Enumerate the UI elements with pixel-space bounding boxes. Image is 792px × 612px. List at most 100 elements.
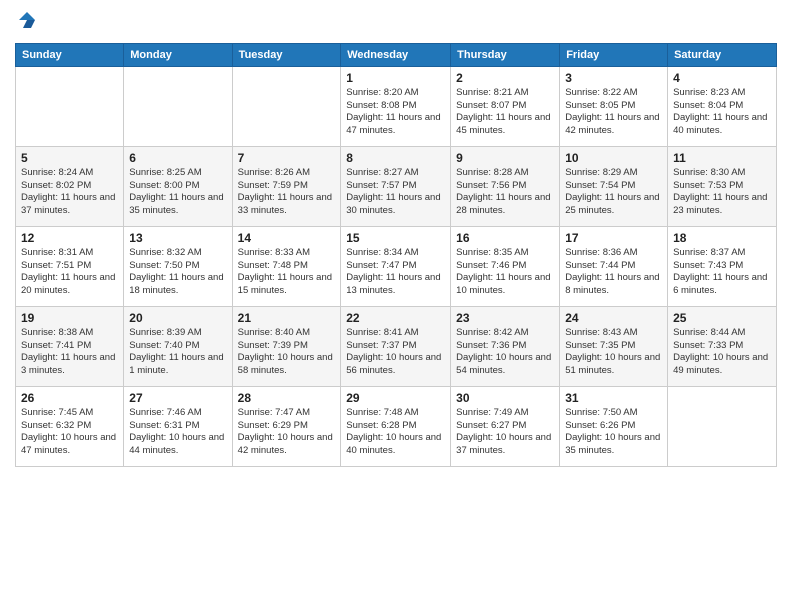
day-info: Sunrise: 8:29 AMSunset: 7:54 PMDaylight:…	[565, 167, 662, 218]
week-row-1: 5Sunrise: 8:24 AMSunset: 8:02 PMDaylight…	[16, 146, 777, 226]
day-number: 23	[456, 311, 554, 325]
day-info: Sunrise: 8:37 AMSunset: 7:43 PMDaylight:…	[673, 247, 771, 298]
calendar-cell: 16 Sunrise: 8:35 AMSunset: 7:46 PMDayligh…	[451, 226, 560, 306]
day-number: 31	[565, 391, 662, 405]
day-number: 10	[565, 151, 662, 165]
day-number: 16	[456, 231, 554, 245]
day-number: 4	[673, 71, 771, 85]
day-number: 25	[673, 311, 771, 325]
weekday-header-tuesday: Tuesday	[232, 43, 341, 66]
day-number: 11	[673, 151, 771, 165]
day-number: 26	[21, 391, 118, 405]
day-number: 5	[21, 151, 118, 165]
week-row-2: 12 Sunrise: 8:31 AMSunset: 7:51 PMDayligh…	[16, 226, 777, 306]
day-info: Sunrise: 8:28 AMSunset: 7:56 PMDaylight:…	[456, 167, 554, 218]
day-number: 29	[346, 391, 445, 405]
day-info: Sunrise: 8:38 AMSunset: 7:41 PMDaylight:…	[21, 327, 118, 378]
day-number: 30	[456, 391, 554, 405]
day-number: 13	[129, 231, 226, 245]
calendar-cell: 19 Sunrise: 8:38 AMSunset: 7:41 PMDayligh…	[16, 306, 124, 386]
day-info: Sunrise: 8:35 AMSunset: 7:46 PMDaylight:…	[456, 247, 554, 298]
calendar-cell: 3Sunrise: 8:22 AMSunset: 8:05 PMDaylight…	[560, 66, 668, 146]
weekday-header-sunday: Sunday	[16, 43, 124, 66]
calendar-table: SundayMondayTuesdayWednesdayThursdayFrid…	[15, 43, 777, 467]
calendar-cell: 4 Sunrise: 8:23 AMSunset: 8:04 PMDaylight…	[668, 66, 777, 146]
day-number: 2	[456, 71, 554, 85]
week-row-4: 26 Sunrise: 7:45 AMSunset: 6:32 PMDayligh…	[16, 386, 777, 466]
calendar-cell: 29 Sunrise: 7:48 AMSunset: 6:28 PMDayligh…	[341, 386, 451, 466]
calendar-cell: 28 Sunrise: 7:47 AMSunset: 6:29 PMDayligh…	[232, 386, 341, 466]
weekday-header-row: SundayMondayTuesdayWednesdayThursdayFrid…	[16, 43, 777, 66]
day-info: Sunrise: 8:33 AMSunset: 7:48 PMDaylight:…	[238, 247, 336, 298]
day-number: 17	[565, 231, 662, 245]
day-number: 6	[129, 151, 226, 165]
day-number: 24	[565, 311, 662, 325]
day-info: Sunrise: 8:43 AMSunset: 7:35 PMDaylight:…	[565, 327, 662, 378]
day-number: 9	[456, 151, 554, 165]
calendar-cell: 20 Sunrise: 8:39 AMSunset: 7:40 PMDayligh…	[124, 306, 232, 386]
day-number: 1	[346, 71, 445, 85]
calendar-cell	[124, 66, 232, 146]
day-info: Sunrise: 8:23 AMSunset: 8:04 PMDaylight:…	[673, 87, 771, 138]
day-info: Sunrise: 8:26 AMSunset: 7:59 PMDaylight:…	[238, 167, 336, 218]
calendar-cell: 5Sunrise: 8:24 AMSunset: 8:02 PMDaylight…	[16, 146, 124, 226]
weekday-header-wednesday: Wednesday	[341, 43, 451, 66]
day-info: Sunrise: 8:31 AMSunset: 7:51 PMDaylight:…	[21, 247, 118, 298]
calendar-cell: 8 Sunrise: 8:27 AMSunset: 7:57 PMDaylight…	[341, 146, 451, 226]
calendar-cell: 9 Sunrise: 8:28 AMSunset: 7:56 PMDaylight…	[451, 146, 560, 226]
calendar-cell: 13Sunrise: 8:32 AMSunset: 7:50 PMDayligh…	[124, 226, 232, 306]
logo	[15, 10, 37, 35]
week-row-0: 1 Sunrise: 8:20 AMSunset: 8:08 PMDaylight…	[16, 66, 777, 146]
day-number: 3	[565, 71, 662, 85]
calendar-cell: 25Sunrise: 8:44 AMSunset: 7:33 PMDayligh…	[668, 306, 777, 386]
calendar-cell: 15 Sunrise: 8:34 AMSunset: 7:47 PMDayligh…	[341, 226, 451, 306]
calendar-cell: 18 Sunrise: 8:37 AMSunset: 7:43 PMDayligh…	[668, 226, 777, 306]
day-info: Sunrise: 7:50 AMSunset: 6:26 PMDaylight:…	[565, 407, 662, 458]
calendar-cell: 11 Sunrise: 8:30 AMSunset: 7:53 PMDayligh…	[668, 146, 777, 226]
calendar-cell: 7 Sunrise: 8:26 AMSunset: 7:59 PMDaylight…	[232, 146, 341, 226]
header	[15, 10, 777, 35]
day-number: 7	[238, 151, 336, 165]
day-number: 18	[673, 231, 771, 245]
day-number: 12	[21, 231, 118, 245]
weekday-header-friday: Friday	[560, 43, 668, 66]
day-info: Sunrise: 7:47 AMSunset: 6:29 PMDaylight:…	[238, 407, 336, 458]
day-number: 8	[346, 151, 445, 165]
day-info: Sunrise: 8:42 AMSunset: 7:36 PMDaylight:…	[456, 327, 554, 378]
calendar-cell	[668, 386, 777, 466]
calendar-cell	[16, 66, 124, 146]
day-info: Sunrise: 8:40 AMSunset: 7:39 PMDaylight:…	[238, 327, 336, 378]
day-number: 15	[346, 231, 445, 245]
calendar-cell: 31 Sunrise: 7:50 AMSunset: 6:26 PMDayligh…	[560, 386, 668, 466]
day-info: Sunrise: 7:48 AMSunset: 6:28 PMDaylight:…	[346, 407, 445, 458]
logo-icon	[17, 10, 37, 30]
day-info: Sunrise: 8:30 AMSunset: 7:53 PMDaylight:…	[673, 167, 771, 218]
day-info: Sunrise: 8:27 AMSunset: 7:57 PMDaylight:…	[346, 167, 445, 218]
day-info: Sunrise: 7:49 AMSunset: 6:27 PMDaylight:…	[456, 407, 554, 458]
calendar-cell: 22 Sunrise: 8:41 AMSunset: 7:37 PMDayligh…	[341, 306, 451, 386]
day-info: Sunrise: 8:34 AMSunset: 7:47 PMDaylight:…	[346, 247, 445, 298]
weekday-header-monday: Monday	[124, 43, 232, 66]
day-number: 20	[129, 311, 226, 325]
calendar-cell: 1 Sunrise: 8:20 AMSunset: 8:08 PMDaylight…	[341, 66, 451, 146]
day-info: Sunrise: 8:41 AMSunset: 7:37 PMDaylight:…	[346, 327, 445, 378]
weekday-header-saturday: Saturday	[668, 43, 777, 66]
calendar-cell: 23 Sunrise: 8:42 AMSunset: 7:36 PMDayligh…	[451, 306, 560, 386]
day-number: 19	[21, 311, 118, 325]
day-number: 22	[346, 311, 445, 325]
calendar-cell: 6Sunrise: 8:25 AMSunset: 8:00 PMDaylight…	[124, 146, 232, 226]
day-info: Sunrise: 8:20 AMSunset: 8:08 PMDaylight:…	[346, 87, 445, 138]
day-info: Sunrise: 7:45 AMSunset: 6:32 PMDaylight:…	[21, 407, 118, 458]
day-number: 14	[238, 231, 336, 245]
day-number: 28	[238, 391, 336, 405]
day-info: Sunrise: 8:36 AMSunset: 7:44 PMDaylight:…	[565, 247, 662, 298]
page: SundayMondayTuesdayWednesdayThursdayFrid…	[0, 0, 792, 612]
weekday-header-thursday: Thursday	[451, 43, 560, 66]
logo-text	[15, 10, 37, 35]
calendar-cell: 21Sunrise: 8:40 AMSunset: 7:39 PMDayligh…	[232, 306, 341, 386]
calendar-cell: 26 Sunrise: 7:45 AMSunset: 6:32 PMDayligh…	[16, 386, 124, 466]
day-info: Sunrise: 8:39 AMSunset: 7:40 PMDaylight:…	[129, 327, 226, 378]
calendar-cell: 27Sunrise: 7:46 AMSunset: 6:31 PMDayligh…	[124, 386, 232, 466]
calendar-cell: 12 Sunrise: 8:31 AMSunset: 7:51 PMDayligh…	[16, 226, 124, 306]
calendar-cell	[232, 66, 341, 146]
